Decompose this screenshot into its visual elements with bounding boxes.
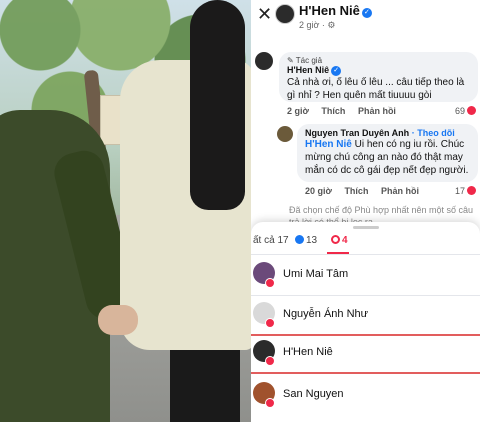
reactor-name[interactable]: San Nguyen [283, 388, 344, 400]
close-icon[interactable]: ✕ [257, 5, 272, 23]
like-button[interactable]: Thích [321, 106, 345, 116]
follow-link[interactable]: · Theo dõi [412, 128, 455, 138]
reaction-count-value: 69 [454, 106, 465, 116]
love-icon [331, 235, 340, 244]
like-button[interactable]: Thích [344, 186, 368, 196]
post-photo[interactable] [0, 0, 251, 422]
reactions-sheet: ất cả 17 13 4 Umi Mai Tâm Nguyễn Ánh Như… [251, 222, 480, 422]
reply-button[interactable]: Phản hồi [381, 186, 419, 196]
love-badge-icon [265, 278, 275, 288]
verified-icon: ✓ [331, 66, 342, 76]
love-icon [467, 186, 476, 195]
tab-all[interactable]: ất cả 17 [253, 235, 289, 246]
tab-like[interactable]: 13 [295, 235, 317, 246]
highlight-border [251, 372, 480, 374]
list-item[interactable]: Nguyễn Ánh Như [251, 296, 480, 336]
comment-author-name[interactable]: Nguyen Tran Duyên Anh [305, 128, 409, 138]
list-item[interactable]: Umi Mai Tâm [251, 256, 480, 296]
love-badge-icon [265, 318, 275, 328]
reaction-count[interactable]: 17 [455, 186, 476, 196]
reactor-name[interactable]: Nguyễn Ánh Như [283, 308, 368, 320]
reaction-count-value: 17 [454, 186, 465, 196]
comment-time: 20 giờ [305, 186, 332, 196]
comment-actions: 2 giờ Thích Phản hồi [287, 106, 406, 116]
love-icon [467, 106, 476, 115]
comment-time: 2 giờ [287, 106, 309, 116]
comment-avatar[interactable] [255, 52, 273, 70]
list-item[interactable]: H'Hen Niê [251, 334, 480, 374]
author-avatar[interactable] [275, 4, 295, 24]
divider [251, 254, 480, 255]
highlight-border [251, 334, 480, 336]
reaction-tabs: ất cả 17 13 4 [251, 232, 480, 254]
comment-actions: 20 giờ Thích Phản hồi [305, 186, 429, 196]
post-header: ✕ H'Hen Niê ✓ 2 giờ · ⚙ [251, 0, 480, 36]
drag-handle[interactable] [353, 226, 379, 229]
tab-love[interactable]: 4 [331, 235, 348, 246]
comment-avatar[interactable] [277, 126, 293, 142]
comments-panel: ✕ H'Hen Niê ✓ 2 giờ · ⚙ ✎ Tác giả H'Hen N… [251, 0, 480, 422]
comment-author-name[interactable]: H'Hen Niê [287, 65, 329, 75]
comment-author[interactable]: Nguyen Tran Duyên Anh · Theo dõi [305, 128, 470, 138]
comment-bubble: ✎ Tác giả H'Hen Niê ✓ Cả nhà ơi, ố lêu ố … [279, 52, 478, 102]
like-icon [295, 235, 304, 244]
reaction-count[interactable]: 69 [455, 106, 476, 116]
reactor-name[interactable]: Umi Mai Tâm [283, 268, 348, 280]
woman-legs [170, 340, 240, 422]
woman-hair [190, 0, 245, 210]
tab-love-count: 4 [342, 235, 348, 246]
author-badge: ✎ Tác giả [287, 56, 323, 65]
love-badge-icon [265, 398, 275, 408]
tab-like-count: 13 [306, 235, 318, 246]
holding-hands [98, 305, 138, 335]
post-time: 2 giờ · ⚙ [299, 20, 336, 30]
comment-author[interactable]: H'Hen Niê ✓ [287, 65, 470, 76]
post-author-name[interactable]: H'Hen Niê [299, 3, 360, 18]
comment-text: H'Hen Niê Ui hen có ng iu rồi. Chúc mừng… [305, 138, 470, 177]
comment-bubble: Nguyen Tran Duyên Anh · Theo dõi H'Hen N… [297, 124, 478, 182]
mention-link[interactable]: H'Hen Niê [305, 139, 352, 150]
post-author[interactable]: H'Hen Niê ✓ [299, 3, 372, 18]
reply-button[interactable]: Phản hồi [358, 106, 396, 116]
list-item[interactable]: San Nguyen [251, 376, 480, 416]
love-badge-icon [265, 356, 275, 366]
verified-icon: ✓ [361, 8, 372, 18]
reactor-name[interactable]: H'Hen Niê [283, 346, 333, 358]
comment-text: Cả nhà ơi, ố lêu ố lêu ... câu tiếp theo… [287, 77, 465, 101]
